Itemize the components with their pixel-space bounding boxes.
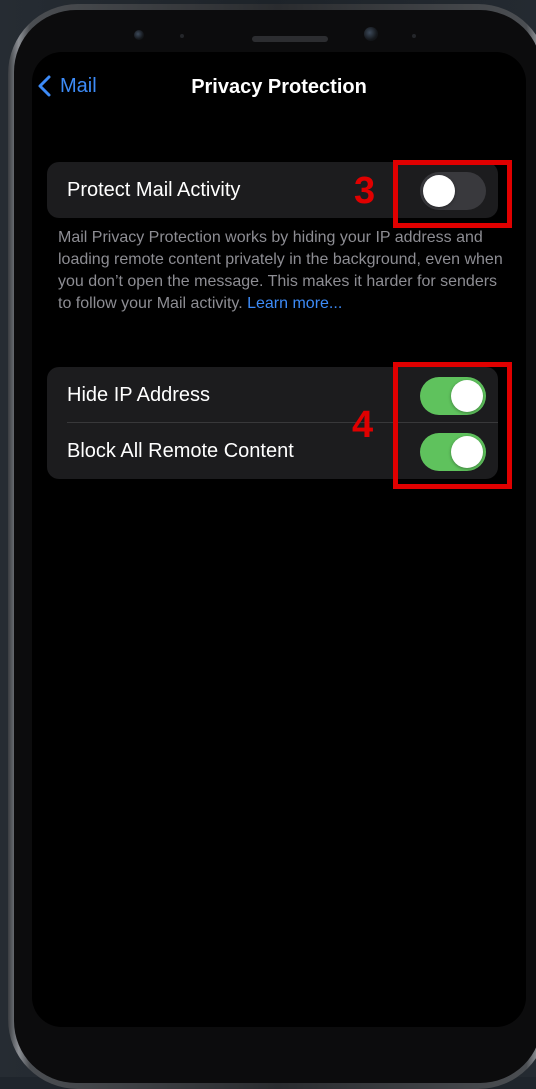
footnote: Mail Privacy Protection works by hiding … (58, 227, 504, 315)
proximity-sensor-icon (364, 27, 378, 41)
highlight-box-step-3 (393, 160, 512, 228)
speaker-grille (252, 36, 328, 42)
protect-mail-activity-label: Protect Mail Activity (67, 178, 241, 201)
hide-ip-address-label: Hide IP Address (67, 383, 211, 406)
sensor-dot (180, 34, 184, 38)
step-4-label: 4 (352, 404, 374, 446)
sensor-dot (412, 34, 416, 38)
front-camera-icon (134, 30, 144, 40)
learn-more-link[interactable]: Learn more... (247, 295, 342, 312)
step-3-label: 3 (354, 170, 376, 212)
block-all-remote-content-label: Block All Remote Content (67, 439, 294, 462)
highlight-box-step-4 (393, 362, 512, 489)
page-title: Privacy Protection (191, 76, 367, 98)
